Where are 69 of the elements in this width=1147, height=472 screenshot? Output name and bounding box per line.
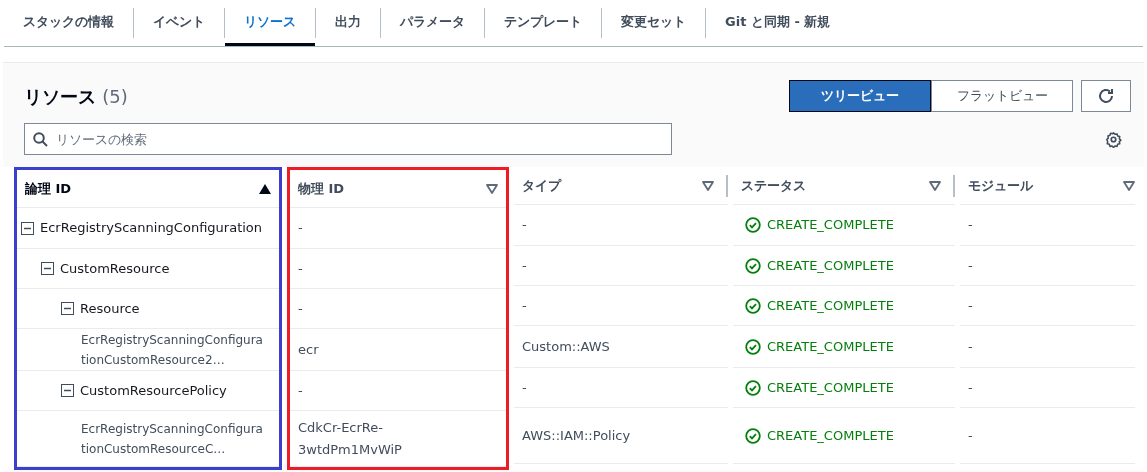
tab[interactable]: パラメータ bbox=[381, 0, 484, 46]
status-text: CREATE_COMPLETE bbox=[767, 216, 894, 235]
tab[interactable]: スタックの情報 bbox=[4, 0, 133, 46]
view-toggle-button[interactable]: ツリービュー bbox=[789, 80, 931, 112]
minus-icon bbox=[44, 265, 51, 272]
check-circle-icon bbox=[745, 257, 761, 274]
minus-icon bbox=[64, 387, 71, 394]
refresh-icon bbox=[1097, 87, 1115, 105]
collapse-toggle[interactable] bbox=[41, 262, 54, 275]
tab[interactable]: 出力 bbox=[316, 0, 380, 46]
check-circle-icon bbox=[745, 217, 761, 233]
tab[interactable]: Git と同期 - 新規 bbox=[706, 0, 850, 46]
module-text: - bbox=[968, 256, 973, 275]
minus-icon bbox=[64, 305, 71, 312]
collapse-toggle[interactable] bbox=[61, 302, 74, 315]
type-text: - bbox=[522, 378, 527, 397]
column-header[interactable]: 物理 ID bbox=[298, 178, 345, 199]
physical-id-text: - bbox=[298, 381, 304, 400]
sort-icon[interactable] bbox=[929, 180, 941, 191]
sort-ascending-icon[interactable] bbox=[259, 183, 271, 194]
check-circle-icon bbox=[745, 338, 761, 355]
tab[interactable]: リソース bbox=[225, 0, 315, 46]
sort-icon[interactable] bbox=[486, 183, 498, 194]
tab[interactable]: イベント bbox=[134, 0, 224, 46]
module-text: - bbox=[968, 426, 973, 445]
collapse-toggle[interactable] bbox=[21, 221, 34, 235]
column-header[interactable]: モジュール bbox=[968, 175, 1033, 196]
physical-id-text: - bbox=[298, 219, 304, 237]
status-text: CREATE_COMPLETE bbox=[767, 337, 894, 356]
status-text: CREATE_COMPLETE bbox=[767, 426, 894, 445]
logical-id-text: CustomResource bbox=[60, 259, 170, 278]
logical-id-text: EcrRegistryScanningConfigurationCustomResource2… bbox=[81, 331, 263, 369]
search-icon bbox=[33, 132, 48, 147]
column-header[interactable]: 論理 ID bbox=[25, 178, 72, 199]
type-text: - bbox=[522, 296, 527, 315]
tab[interactable]: テンプレート bbox=[485, 0, 601, 46]
sort-icon[interactable] bbox=[1123, 180, 1135, 191]
module-text: - bbox=[968, 216, 973, 235]
settings-icon[interactable] bbox=[1105, 130, 1122, 148]
status-text: CREATE_COMPLETE bbox=[767, 378, 894, 397]
refresh-button[interactable] bbox=[1081, 80, 1131, 112]
check-circle-icon bbox=[745, 297, 761, 314]
type-text: - bbox=[522, 256, 527, 275]
physical-id-text: - bbox=[298, 259, 304, 278]
module-text: - bbox=[968, 378, 973, 397]
physical-id-text: ecr bbox=[298, 340, 320, 359]
check-circle-icon bbox=[745, 379, 761, 396]
column-header[interactable]: タイプ bbox=[522, 175, 561, 196]
logical-id-text: CustomResourcePolicy bbox=[80, 381, 227, 400]
physical-id-text: CdkCr-EcrRe-3wtdPm1MvWiP bbox=[298, 418, 403, 459]
check-circle-icon bbox=[745, 427, 761, 444]
column-header[interactable]: ステータス bbox=[741, 175, 806, 196]
module-text: - bbox=[968, 296, 973, 315]
panel-title: リソース (5) bbox=[24, 84, 128, 109]
status-text: CREATE_COMPLETE bbox=[767, 256, 894, 275]
logical-id-text: EcrRegistryScanningConfiguration bbox=[40, 219, 263, 238]
module-text: - bbox=[968, 337, 973, 356]
type-text: Custom::AWS bbox=[522, 337, 610, 356]
type-text: - bbox=[522, 216, 527, 235]
sort-icon[interactable] bbox=[702, 180, 714, 191]
type-text: AWS::IAM::Policy bbox=[522, 426, 631, 445]
status-text: CREATE_COMPLETE bbox=[767, 296, 894, 315]
logical-id-text: Resource bbox=[80, 299, 140, 318]
collapse-toggle[interactable] bbox=[61, 384, 74, 397]
physical-id-text: - bbox=[298, 299, 304, 318]
view-toggle-button[interactable]: フラットビュー bbox=[931, 80, 1073, 112]
search-field[interactable]: リソースの検索 bbox=[24, 123, 672, 155]
logical-id-text: EcrRegistryScanningConfigurationCustomResourceC… bbox=[81, 420, 263, 458]
tab[interactable]: 変更セット bbox=[602, 0, 705, 46]
